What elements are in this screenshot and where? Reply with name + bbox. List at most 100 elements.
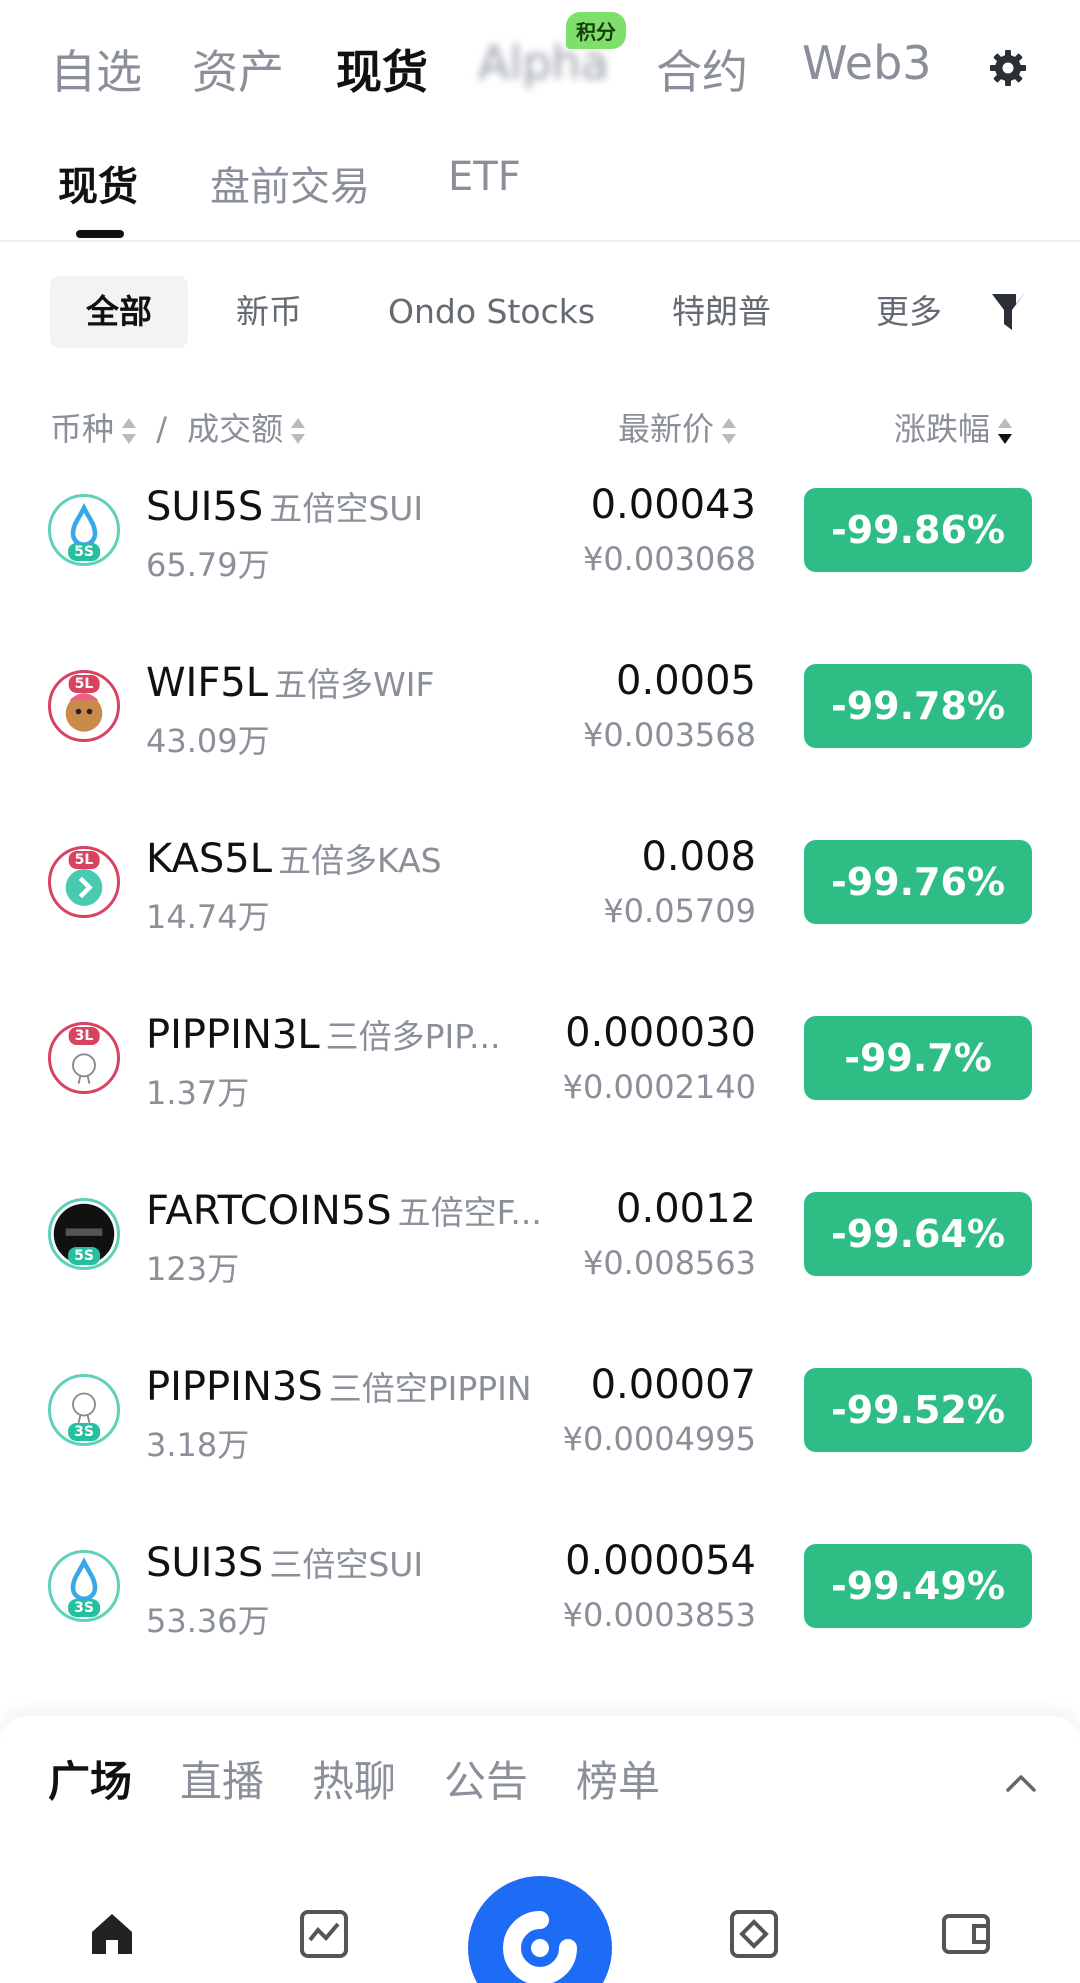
wif-dog-icon: 5L	[48, 670, 120, 742]
symbol-desc: 五倍空SUI	[269, 489, 424, 528]
trade-center-button[interactable]	[468, 1876, 612, 1983]
chip-ondo-stocks[interactable]: Ondo Stocks	[388, 276, 595, 348]
volume: 1.37万	[146, 1074, 250, 1112]
leverage-badge: 5L	[68, 851, 100, 869]
tab-announcements[interactable]: 公告	[444, 1748, 528, 1809]
chip-new-coins[interactable]: 新币	[236, 276, 302, 348]
change-badge[interactable]: -99.76%	[804, 840, 1032, 924]
chevron-up-icon[interactable]	[1004, 1766, 1038, 1800]
trade-center-icon	[503, 1911, 577, 1983]
change-badge[interactable]: -99.52%	[804, 1368, 1032, 1452]
fartcoin-token-icon: 5S	[48, 1198, 120, 1270]
symbol: KAS5L 五倍多KAS	[146, 834, 442, 882]
bottom-panel: 广场 直播 热聊 公告 榜单	[0, 1716, 1080, 1983]
price-cny: ¥0.0003853	[562, 1596, 756, 1634]
sub-tabs: 现货 盘前交易 ETF	[0, 130, 1080, 242]
bottom-nav	[0, 1866, 1080, 1983]
chip-trump[interactable]: 特朗普	[672, 276, 771, 348]
chip-more[interactable]: 更多	[876, 276, 942, 348]
home-icon[interactable]	[86, 1908, 138, 1960]
last-price: 0.0012	[616, 1186, 756, 1232]
tab-web3[interactable]: Web3	[802, 36, 932, 90]
kas-token-icon: 5L	[48, 846, 120, 918]
tab-square[interactable]: 广场	[48, 1748, 132, 1809]
symbol-desc: 三倍多PIP...	[325, 1017, 501, 1056]
tab-assets[interactable]: 资产	[192, 36, 284, 102]
change-badge[interactable]: -99.86%	[804, 488, 1032, 572]
volume: 53.36万	[146, 1602, 270, 1640]
table-row[interactable]: 3S PIPPIN3S 三倍空PIPPIN 3.18万 0.00007 ¥0.00…	[0, 1350, 1080, 1526]
tab-live[interactable]: 直播	[180, 1748, 264, 1809]
symbol-desc: 五倍多WIF	[274, 665, 435, 704]
points-badge: 积分	[566, 12, 626, 49]
tab-futures[interactable]: 合约	[656, 36, 748, 102]
active-tab-indicator	[76, 230, 124, 238]
table-row[interactable]: 5L WIF5L 五倍多WIF 43.09万 0.0005 ¥0.003568 -…	[0, 646, 1080, 822]
last-price: 0.000030	[565, 1010, 756, 1056]
volume: 14.74万	[146, 898, 270, 936]
table-row[interactable]: 3S SUI3S 三倍空SUI 53.36万 0.000054 ¥0.000385…	[0, 1526, 1080, 1702]
wallet-icon[interactable]	[940, 1908, 992, 1960]
tab-hot-chat[interactable]: 热聊	[312, 1748, 396, 1809]
price-cny: ¥0.003568	[582, 716, 756, 754]
table-row[interactable]: 3L PIPPIN3L 三倍多PIP... 1.37万 0.000030 ¥0.0…	[0, 998, 1080, 1174]
symbol-desc: 三倍空PIPPIN	[328, 1369, 532, 1408]
change-badge[interactable]: -99.64%	[804, 1192, 1032, 1276]
leverage-badge: 5S	[68, 1247, 100, 1265]
volume: 123万	[146, 1250, 240, 1288]
pippin-token-icon: 3L	[48, 1022, 120, 1094]
discover-icon[interactable]	[728, 1908, 780, 1960]
tab-spot[interactable]: 现货	[336, 36, 428, 102]
gear-icon[interactable]	[988, 48, 1028, 88]
markets-icon[interactable]	[298, 1908, 350, 1960]
sort-icon	[122, 418, 137, 444]
table-row[interactable]: 5S SUI5S 五倍空SUI 65.79万 0.00043 ¥0.003068 …	[0, 470, 1080, 646]
price-cny: ¥0.0004995	[562, 1420, 756, 1458]
tab-rankings[interactable]: 榜单	[576, 1748, 660, 1809]
header-separator: /	[156, 410, 167, 448]
filter-icon[interactable]	[990, 290, 1026, 334]
sort-desc-icon	[998, 418, 1013, 444]
top-nav: 自选 资产 现货 Alpha 积分 合约 Web3	[0, 0, 1080, 130]
header-change-label: 涨跌幅	[894, 410, 991, 448]
table-row[interactable]: 5S FARTCOIN5S 五倍空F... 123万 0.0012 ¥0.0085…	[0, 1174, 1080, 1350]
last-price: 0.0005	[616, 658, 756, 704]
price-cny: ¥0.05709	[603, 892, 756, 930]
volume: 65.79万	[146, 546, 270, 584]
sui-token-icon: 3S	[48, 1550, 120, 1622]
price-cny: ¥0.0002140	[562, 1068, 756, 1106]
header-change[interactable]: 涨跌幅	[894, 404, 1013, 450]
header-price-label: 最新价	[618, 410, 715, 448]
symbol: PIPPIN3S 三倍空PIPPIN	[146, 1362, 532, 1410]
subtab-etf[interactable]: ETF	[448, 154, 521, 200]
symbol-desc: 五倍多KAS	[278, 841, 442, 880]
pippin-token-icon: 3S	[48, 1374, 120, 1446]
symbol: FARTCOIN5S 五倍空F...	[146, 1186, 542, 1234]
last-price: 0.008	[641, 834, 756, 880]
symbol-code: KAS5L	[146, 836, 273, 882]
symbol: PIPPIN3L 三倍多PIP...	[146, 1010, 501, 1058]
symbol-desc: 五倍空F...	[397, 1193, 542, 1232]
symbol-code: SUI5S	[146, 484, 264, 530]
symbol: SUI5S 五倍空SUI	[146, 482, 423, 530]
table-row[interactable]: 5L KAS5L 五倍多KAS 14.74万 0.008 ¥0.05709 -99…	[0, 822, 1080, 998]
price-cny: ¥0.008563	[582, 1244, 756, 1282]
leverage-badge: 3S	[68, 1423, 100, 1441]
chip-all[interactable]: 全部	[50, 276, 188, 348]
leverage-badge: 3S	[68, 1599, 100, 1617]
header-price[interactable]: 最新价	[618, 404, 737, 450]
last-price: 0.00007	[590, 1362, 756, 1408]
subtab-premarket[interactable]: 盘前交易	[210, 154, 370, 212]
subtab-spot[interactable]: 现货	[58, 154, 138, 212]
tab-watchlist[interactable]: 自选	[50, 36, 142, 102]
symbol-code: FARTCOIN5S	[146, 1188, 392, 1234]
change-badge[interactable]: -99.49%	[804, 1544, 1032, 1628]
sort-icon	[722, 418, 737, 444]
change-badge[interactable]: -99.78%	[804, 664, 1032, 748]
leverage-badge: 3L	[68, 1027, 100, 1045]
column-header: 币种 / 成交额 最新价 涨跌幅	[0, 404, 1080, 460]
volume: 3.18万	[146, 1426, 250, 1464]
header-coin-volume[interactable]: 币种 / 成交额	[50, 404, 306, 450]
change-badge[interactable]: -99.7%	[804, 1016, 1032, 1100]
symbol: WIF5L 五倍多WIF	[146, 658, 434, 706]
